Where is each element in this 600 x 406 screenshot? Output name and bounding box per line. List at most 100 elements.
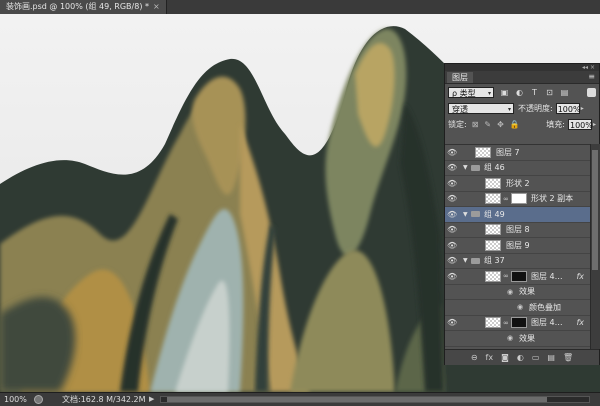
layers-scrollbar[interactable] xyxy=(590,144,600,349)
layer-name: 形状 2 xyxy=(506,178,530,189)
opacity-input[interactable]: 100% xyxy=(556,103,580,114)
smart-object-filter-icon[interactable]: ▤ xyxy=(560,88,569,97)
visibility-eye-icon[interactable]: 👁 xyxy=(447,318,457,327)
lock-row: 锁定: ⊠ ✎ ✥ 🔒 填充: 100% ▸ xyxy=(445,116,599,132)
folder-icon xyxy=(471,165,480,171)
layer-thumbnail xyxy=(485,271,501,282)
expand-triangle-icon[interactable]: ▼ xyxy=(463,164,468,171)
document-tab-title: 装饰画.psd @ 100% (组 49, RGB/8) * xyxy=(6,0,149,14)
pixel-filter-icon[interactable]: ▣ xyxy=(500,88,509,97)
blend-mode-select[interactable]: 穿透 ▾ xyxy=(448,103,514,114)
fill-dropdown-icon[interactable]: ▸ xyxy=(593,121,596,128)
lock-label: 锁定: xyxy=(448,119,467,130)
folder-icon xyxy=(471,258,480,264)
blend-mode-value: 穿透 xyxy=(452,105,468,114)
layer-row[interactable]: 👁 形状 2 xyxy=(445,176,590,192)
layer-thumbnail xyxy=(485,178,501,189)
visibility-eye-icon[interactable]: 👁 xyxy=(447,225,457,234)
filter-icons: ▣ ◐ T ⊡ ▤ xyxy=(500,88,569,97)
layers-list: 👁图层 7👁▼组 46👁形状 2👁∞形状 2 副本👁▼组 49👁图层 8👁图层 … xyxy=(445,144,590,350)
trash-icon[interactable]: 🗑 xyxy=(563,353,573,362)
panel-collapse-controls[interactable]: ◂◂ × xyxy=(582,64,595,71)
visibility-eye-icon[interactable]: 👁 xyxy=(447,148,457,157)
folder-icon xyxy=(471,211,480,217)
lock-all-icon[interactable]: 🔒 xyxy=(510,120,520,129)
effect-visibility-icon[interactable]: ◉ xyxy=(507,334,513,342)
lock-pixels-icon[interactable]: ✎ xyxy=(484,120,491,129)
expand-triangle-icon[interactable]: ▼ xyxy=(463,257,468,264)
fx-badge-icon[interactable]: fx xyxy=(576,272,584,281)
document-tab[interactable]: 装饰画.psd @ 100% (组 49, RGB/8) * × xyxy=(0,0,167,14)
layers-panel-footer: ⊖ fx ◙ ◐ ▭ ▤ 🗑 xyxy=(445,349,599,365)
lock-position-icon[interactable]: ✥ xyxy=(497,120,504,129)
document-tab-bar: 装饰画.psd @ 100% (组 49, RGB/8) * × xyxy=(0,0,600,15)
chevron-down-icon: ▾ xyxy=(508,104,511,115)
close-tab-icon[interactable]: × xyxy=(153,0,160,14)
layer-mask-thumbnail[interactable] xyxy=(511,193,527,204)
layer-row[interactable]: 👁 ▼ 组 46 xyxy=(445,161,590,177)
new-layer-icon[interactable]: ▤ xyxy=(547,353,555,362)
effect-name: 颜色叠加 xyxy=(529,302,561,313)
layers-panel: ◂◂ × 图层 ≡ ρ 类型 ▾ ▣ ◐ T ⊡ ▤ 穿透 ▾ 不透明度: 10… xyxy=(444,63,600,365)
layer-row[interactable]: 👁▼组 37 xyxy=(445,254,590,270)
layer-row[interactable]: 👁∞图层 4…fx xyxy=(445,316,590,332)
fx-badge-icon[interactable]: fx xyxy=(576,318,584,327)
navigator-icon[interactable] xyxy=(34,395,43,404)
mask-link-icon[interactable]: ∞ xyxy=(503,272,509,280)
zoom-level[interactable]: 100% xyxy=(4,393,27,406)
mask-link-icon[interactable]: ∞ xyxy=(503,195,509,203)
layer-row[interactable]: 👁∞图层 4…fx xyxy=(445,269,590,285)
tab-layers[interactable]: 图层 xyxy=(447,72,473,83)
panel-menu-icon[interactable]: ≡ xyxy=(588,72,595,81)
layer-row[interactable]: 👁 图层 8 xyxy=(445,223,590,239)
layer-name: 图层 8 xyxy=(506,224,530,235)
layer-thumbnail xyxy=(485,240,501,251)
opacity-dropdown-icon[interactable]: ▸ xyxy=(581,105,584,112)
effect-visibility-icon[interactable]: ◉ xyxy=(507,288,513,296)
link-layers-icon[interactable]: ⊖ xyxy=(471,353,478,362)
filter-kind-select[interactable]: ρ 类型 ▾ xyxy=(448,87,494,98)
lock-transparency-icon[interactable]: ⊠ xyxy=(472,120,479,129)
layer-row[interactable]: ◉效果 xyxy=(445,331,590,347)
new-adjustment-icon[interactable]: ◐ xyxy=(517,353,524,362)
layer-row[interactable]: 👁 ▼ 组 49 xyxy=(445,207,590,223)
horizontal-scroll-thumb[interactable] xyxy=(167,397,547,402)
add-mask-icon[interactable]: ◙ xyxy=(501,353,509,362)
status-menu-arrow-icon[interactable]: ▶ xyxy=(149,393,154,406)
mask-link-icon[interactable]: ∞ xyxy=(503,319,509,327)
layer-thumbnail xyxy=(485,224,501,235)
visibility-eye-icon[interactable]: 👁 xyxy=(447,256,457,265)
layer-row[interactable]: ◉ 颜色叠加 xyxy=(445,300,590,316)
layer-row[interactable]: 👁图层 9 xyxy=(445,238,590,254)
layer-name: 组 49 xyxy=(484,209,505,220)
layers-scroll-thumb[interactable] xyxy=(592,150,598,270)
layer-thumbnail xyxy=(475,147,491,158)
visibility-eye-icon[interactable]: 👁 xyxy=(447,163,457,172)
layer-style-icon[interactable]: fx xyxy=(486,353,494,362)
visibility-eye-icon[interactable]: 👁 xyxy=(447,241,457,250)
layer-thumbnail xyxy=(485,317,501,328)
visibility-eye-icon[interactable]: 👁 xyxy=(447,179,457,188)
layer-mask-thumbnail[interactable] xyxy=(511,271,527,282)
horizontal-scrollbar[interactable] xyxy=(160,396,590,403)
layer-row[interactable]: 👁∞形状 2 副本 xyxy=(445,192,590,208)
layer-mask-thumbnail[interactable] xyxy=(511,317,527,328)
new-group-icon[interactable]: ▭ xyxy=(532,353,540,362)
visibility-eye-icon[interactable]: 👁 xyxy=(447,210,457,219)
effect-name: 效果 xyxy=(519,286,535,297)
opacity-value: 100% xyxy=(558,105,581,114)
layer-row[interactable]: ◉ 效果 xyxy=(445,285,590,301)
visibility-eye-icon[interactable]: 👁 xyxy=(447,272,457,281)
fill-label: 填充: xyxy=(546,119,565,130)
fill-input[interactable]: 100% xyxy=(568,119,592,130)
layer-name: 组 46 xyxy=(484,162,505,173)
effect-visibility-icon[interactable]: ◉ xyxy=(517,303,523,311)
type-filter-icon[interactable]: T xyxy=(530,88,539,97)
layer-row[interactable]: 👁 图层 7 xyxy=(445,145,590,161)
expand-triangle-icon[interactable]: ▼ xyxy=(463,211,468,218)
layer-name: 图层 7 xyxy=(496,147,520,158)
filter-toggle[interactable] xyxy=(587,88,596,97)
visibility-eye-icon[interactable]: 👁 xyxy=(447,194,457,203)
shape-filter-icon[interactable]: ⊡ xyxy=(545,88,554,97)
adjustment-filter-icon[interactable]: ◐ xyxy=(515,88,524,97)
